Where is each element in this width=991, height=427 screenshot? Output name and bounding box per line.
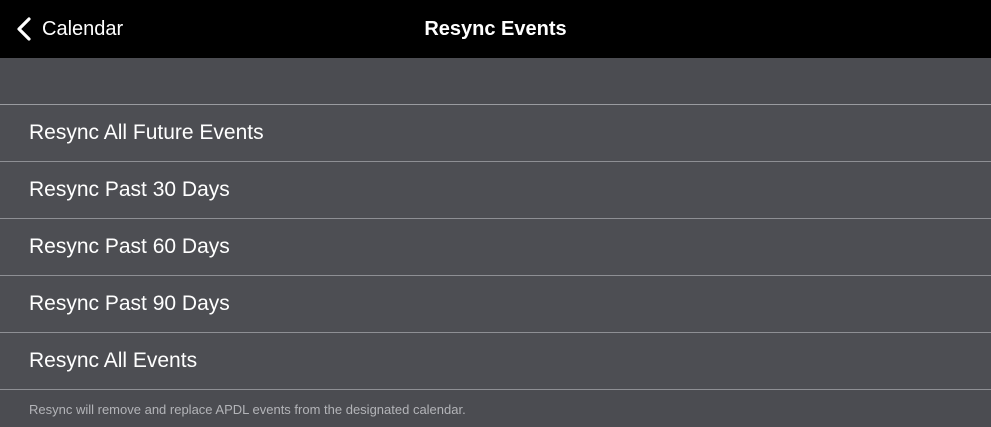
list-item-label: Resync Past 60 Days [29, 235, 230, 258]
footer-note: Resync will remove and replace APDL even… [29, 402, 466, 417]
list-item-label: Resync All Events [29, 349, 198, 372]
chevron-left-icon [16, 17, 32, 41]
resync-past-60-days-option[interactable]: Resync Past 60 Days [0, 219, 991, 276]
resync-past-30-days-option[interactable]: Resync Past 30 Days [0, 162, 991, 219]
resync-all-events-option[interactable]: Resync All Events [0, 333, 991, 390]
list-item-label: Resync Past 90 Days [29, 292, 230, 315]
list-item-label: Resync All Future Events [29, 121, 264, 144]
resync-options-list: Resync All Future Events Resync Past 30 … [0, 105, 991, 390]
section-header [0, 58, 991, 105]
resync-all-future-events-option[interactable]: Resync All Future Events [0, 105, 991, 162]
page-title: Resync Events [424, 18, 567, 40]
navigation-bar: Calendar Resync Events [0, 0, 991, 58]
back-button[interactable]: Calendar [16, 0, 123, 58]
resync-past-90-days-option[interactable]: Resync Past 90 Days [0, 276, 991, 333]
list-item-label: Resync Past 30 Days [29, 178, 230, 201]
back-button-label: Calendar [42, 17, 124, 40]
